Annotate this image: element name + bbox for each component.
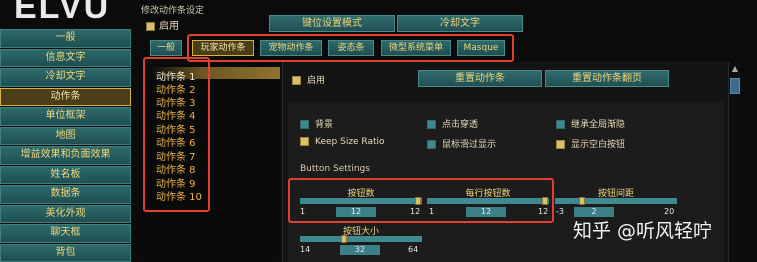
sidebar-item-general[interactable]: 一般: [0, 29, 131, 48]
bar-enable-label: 启用: [307, 76, 326, 86]
slider-spacing-knob[interactable]: [579, 197, 585, 205]
elvui-logo: ELVU: [14, 0, 111, 26]
option-backdrop[interactable]: 背景: [300, 117, 333, 130]
cooldown-text-button[interactable]: 冷却文字: [397, 15, 523, 32]
page-title: 修改动作条设定: [141, 6, 205, 16]
sidebar-item-actionbars[interactable]: 动作条: [0, 87, 131, 106]
bar-enable-checkbox[interactable]: [292, 76, 301, 85]
slider-spacing-min: -3: [556, 207, 564, 216]
reset-paging-button[interactable]: 重置动作条翻页: [545, 70, 669, 87]
sidebar-item-map[interactable]: 地图: [0, 126, 131, 145]
option-label: 显示空白按钮: [571, 140, 626, 150]
sidebar-item-nameplates[interactable]: 姓名板: [0, 165, 131, 184]
mouseover-checkbox[interactable]: [427, 140, 436, 149]
button-settings-title: Button Settings: [300, 164, 370, 174]
slider-size-knob[interactable]: [341, 235, 347, 243]
option-keep-size-ratio[interactable]: Keep Size Ratio: [300, 137, 385, 147]
sidebar-item-unitframes[interactable]: 单位框架: [0, 107, 131, 126]
option-label: 背景: [315, 120, 334, 130]
sidebar-item-bags[interactable]: 背包: [0, 243, 131, 262]
option-show-empty-buttons[interactable]: 显示空白按钮: [556, 137, 625, 150]
option-label: 鼠标滑过显示: [442, 140, 497, 150]
sidebar-item-skins[interactable]: 美化外观: [0, 204, 131, 223]
slider-size-max: 64: [408, 245, 419, 254]
slider-size-value[interactable]: 32: [340, 245, 380, 255]
keybind-mode-button[interactable]: 键位设置模式: [269, 15, 395, 32]
backdrop-checkbox[interactable]: [300, 120, 309, 129]
option-mouseover[interactable]: 鼠标滑过显示: [427, 137, 496, 150]
slider-spacing-track[interactable]: [555, 198, 677, 204]
option-label: Keep Size Ratio: [315, 137, 385, 147]
highlight-sliders: [288, 178, 554, 223]
scroll-thumb[interactable]: [730, 78, 740, 94]
sidebar: 一般 信息文字 冷却文字 动作条 单位框架 地图 增益效果和负面效果 姓名板 数…: [0, 29, 131, 262]
sidebar-item-chat[interactable]: 聊天框: [0, 224, 131, 243]
sidebar-item-auras[interactable]: 增益效果和负面效果: [0, 146, 131, 165]
sidebar-item-info-text[interactable]: 信息文字: [0, 48, 131, 67]
bar-enable-toggle[interactable]: 启用: [292, 73, 325, 86]
reset-bar-button[interactable]: 重置动作条: [418, 70, 542, 87]
highlight-tabs: [187, 34, 514, 62]
sidebar-item-cooldown-text[interactable]: 冷却文字: [0, 68, 131, 87]
option-label: 点击穿透: [442, 120, 479, 130]
tab-general[interactable]: 一般: [150, 40, 182, 56]
enable-label: 启用: [159, 21, 179, 32]
enable-toggle-top[interactable]: 启用: [146, 17, 179, 32]
scroll-up-icon[interactable]: ▲: [729, 63, 741, 75]
slider-size-track[interactable]: [300, 236, 422, 242]
keep-size-ratio-checkbox[interactable]: [300, 137, 309, 146]
sidebar-item-databars[interactable]: 数据条: [0, 185, 131, 204]
option-inherit-fade[interactable]: 继承全局渐隐: [556, 117, 625, 130]
click-through-checkbox[interactable]: [427, 120, 436, 129]
slider-size-min: 14: [300, 245, 311, 254]
inherit-fade-checkbox[interactable]: [556, 120, 565, 129]
enable-checkbox[interactable]: [146, 21, 155, 31]
slider-spacing-max: 20: [664, 207, 675, 216]
option-click-through[interactable]: 点击穿透: [427, 117, 478, 130]
highlight-bar-list: [143, 57, 210, 212]
watermark: 知乎 @听风轻咛: [573, 220, 713, 242]
option-label: 继承全局渐隐: [571, 120, 626, 130]
show-empty-checkbox[interactable]: [556, 140, 565, 149]
